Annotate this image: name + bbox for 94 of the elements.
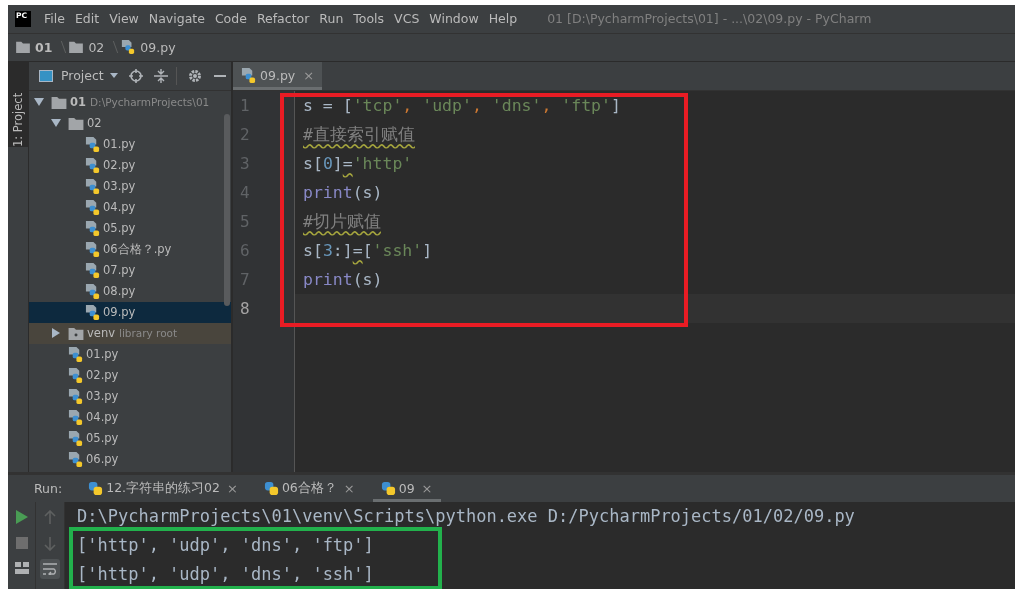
run-icon[interactable] <box>15 510 28 524</box>
menu-item[interactable]: Window <box>429 11 479 27</box>
menu-item[interactable]: Refactor <box>256 11 310 27</box>
code-line: #切片赋值 <box>303 211 381 231</box>
breadcrumb-item[interactable]: 02 <box>88 39 105 55</box>
python-icon <box>88 481 104 496</box>
run-tab[interactable]: 06合格？ × <box>255 475 363 502</box>
tree-item[interactable]: 01.py <box>29 133 231 155</box>
tree-item[interactable]: 06合格？.py <box>29 238 231 260</box>
python-file-icon <box>68 451 83 467</box>
breadcrumb-item[interactable]: 01 <box>35 39 53 55</box>
tree-item[interactable]: 02 <box>29 112 231 134</box>
folder-icon <box>69 41 84 54</box>
menu-item[interactable]: VCS <box>394 11 420 27</box>
close-icon[interactable]: × <box>303 68 315 84</box>
tree-item[interactable]: 06.py <box>29 448 231 470</box>
code-line: s[3:]=['ssh'] <box>303 240 433 260</box>
tree-item[interactable]: 07.py <box>29 259 231 281</box>
tree-item[interactable]: 04.py <box>29 406 231 428</box>
tree-item[interactable]: venv library root <box>29 322 231 344</box>
close-icon[interactable]: × <box>343 481 355 496</box>
menu-item[interactable]: File <box>44 11 65 27</box>
collapse-icon[interactable] <box>153 68 168 83</box>
menu-item[interactable]: Code <box>214 11 247 27</box>
tree-item[interactable]: 04.py <box>29 196 231 218</box>
dropdown-caret-icon[interactable] <box>109 73 118 79</box>
close-icon[interactable]: × <box>227 481 238 496</box>
python-file-icon <box>68 388 83 404</box>
python-file-icon <box>85 220 100 236</box>
tree-item[interactable]: 01 D:\PycharmProjects\01 <box>29 91 231 113</box>
tree-item[interactable]: 03.py <box>29 175 231 197</box>
library-folder-icon <box>68 326 84 340</box>
panel-title[interactable]: Project <box>61 68 104 84</box>
python-file-icon <box>68 346 83 362</box>
window-title: 01 [D:\PycharmProjects\01] - ...\02\09.py - PyCharm <box>547 11 872 27</box>
menu-item[interactable]: Navigate <box>148 11 205 27</box>
run-label: Run: <box>34 481 63 496</box>
settings-icon[interactable] <box>187 68 202 83</box>
collapse-arrow-icon[interactable] <box>51 328 61 339</box>
layout-icon[interactable] <box>14 562 29 574</box>
console-output: ['http', 'udp', 'dns', 'ftp'] <box>77 534 374 557</box>
tree-item[interactable]: 09.py <box>29 301 231 323</box>
tree-item[interactable]: 02.py <box>29 364 231 386</box>
python-file-icon <box>85 178 100 194</box>
python-file-icon <box>85 199 100 215</box>
folder-icon <box>51 95 67 109</box>
python-file-icon <box>85 241 100 257</box>
window-icon <box>39 69 53 82</box>
crosshair-icon[interactable] <box>128 68 143 83</box>
code-line: print(s) <box>303 182 383 202</box>
code-line: print(s) <box>303 269 383 289</box>
tree-item[interactable]: 01.py <box>29 343 231 365</box>
project-tool-tab[interactable]: 1: Project <box>8 61 28 147</box>
path-hint: library root <box>119 327 178 340</box>
python-icon <box>380 481 396 496</box>
python-file-icon <box>85 157 100 173</box>
console-output: ['http', 'udp', 'dns', 'ssh'] <box>77 563 374 586</box>
tree-item[interactable]: 05.py <box>29 217 231 239</box>
python-file-icon <box>68 367 83 383</box>
expand-arrow-icon[interactable] <box>51 118 61 129</box>
console-command: D:\PycharmProjects\01\venv\Scripts\python.exe D:/PycharmProjects/01/02/09.py <box>77 505 856 528</box>
menu-item[interactable]: View <box>109 11 139 27</box>
line-number: 8 <box>239 297 251 320</box>
editor-tab[interactable]: 09.py × <box>233 61 323 90</box>
python-file-icon <box>85 283 100 299</box>
tree-item[interactable]: 08.py <box>29 280 231 302</box>
path-hint: D:\PycharmProjects\01 <box>90 96 210 109</box>
run-tab[interactable]: 09 × <box>372 475 441 502</box>
tree-item[interactable]: 03.py <box>29 385 231 407</box>
code-line: s[0]='http' <box>303 153 413 173</box>
folder-icon <box>16 41 30 54</box>
soft-wrap-button[interactable] <box>40 559 60 579</box>
expand-arrow-icon[interactable] <box>34 97 44 108</box>
python-file-icon <box>85 136 100 152</box>
menu-item[interactable]: Run <box>319 11 344 27</box>
tree-item[interactable]: 05.py <box>29 427 231 449</box>
code-line: s = ['tcp', 'udp', 'dns', 'ftp'] <box>303 95 621 115</box>
run-tab[interactable]: 12.字符串的练习02 × <box>80 475 246 502</box>
python-icon <box>263 481 279 496</box>
menu-item[interactable]: Edit <box>74 11 100 27</box>
menu-item[interactable]: Tools <box>353 11 385 27</box>
folder-icon <box>68 116 84 130</box>
python-file-icon <box>85 262 100 278</box>
close-icon[interactable]: × <box>421 481 433 496</box>
tree-item[interactable]: 02.py <box>29 154 231 176</box>
scrollbar-thumb[interactable] <box>224 113 230 306</box>
python-file-icon <box>85 304 100 320</box>
python-file-icon <box>68 409 83 425</box>
python-file-icon <box>121 40 136 55</box>
code-line: #直接索引赋值 <box>303 124 415 144</box>
python-file-icon <box>68 430 83 446</box>
python-file-icon <box>241 68 256 84</box>
menu-item[interactable]: Help <box>488 11 518 27</box>
breadcrumb-item[interactable]: 09.py <box>140 39 176 55</box>
